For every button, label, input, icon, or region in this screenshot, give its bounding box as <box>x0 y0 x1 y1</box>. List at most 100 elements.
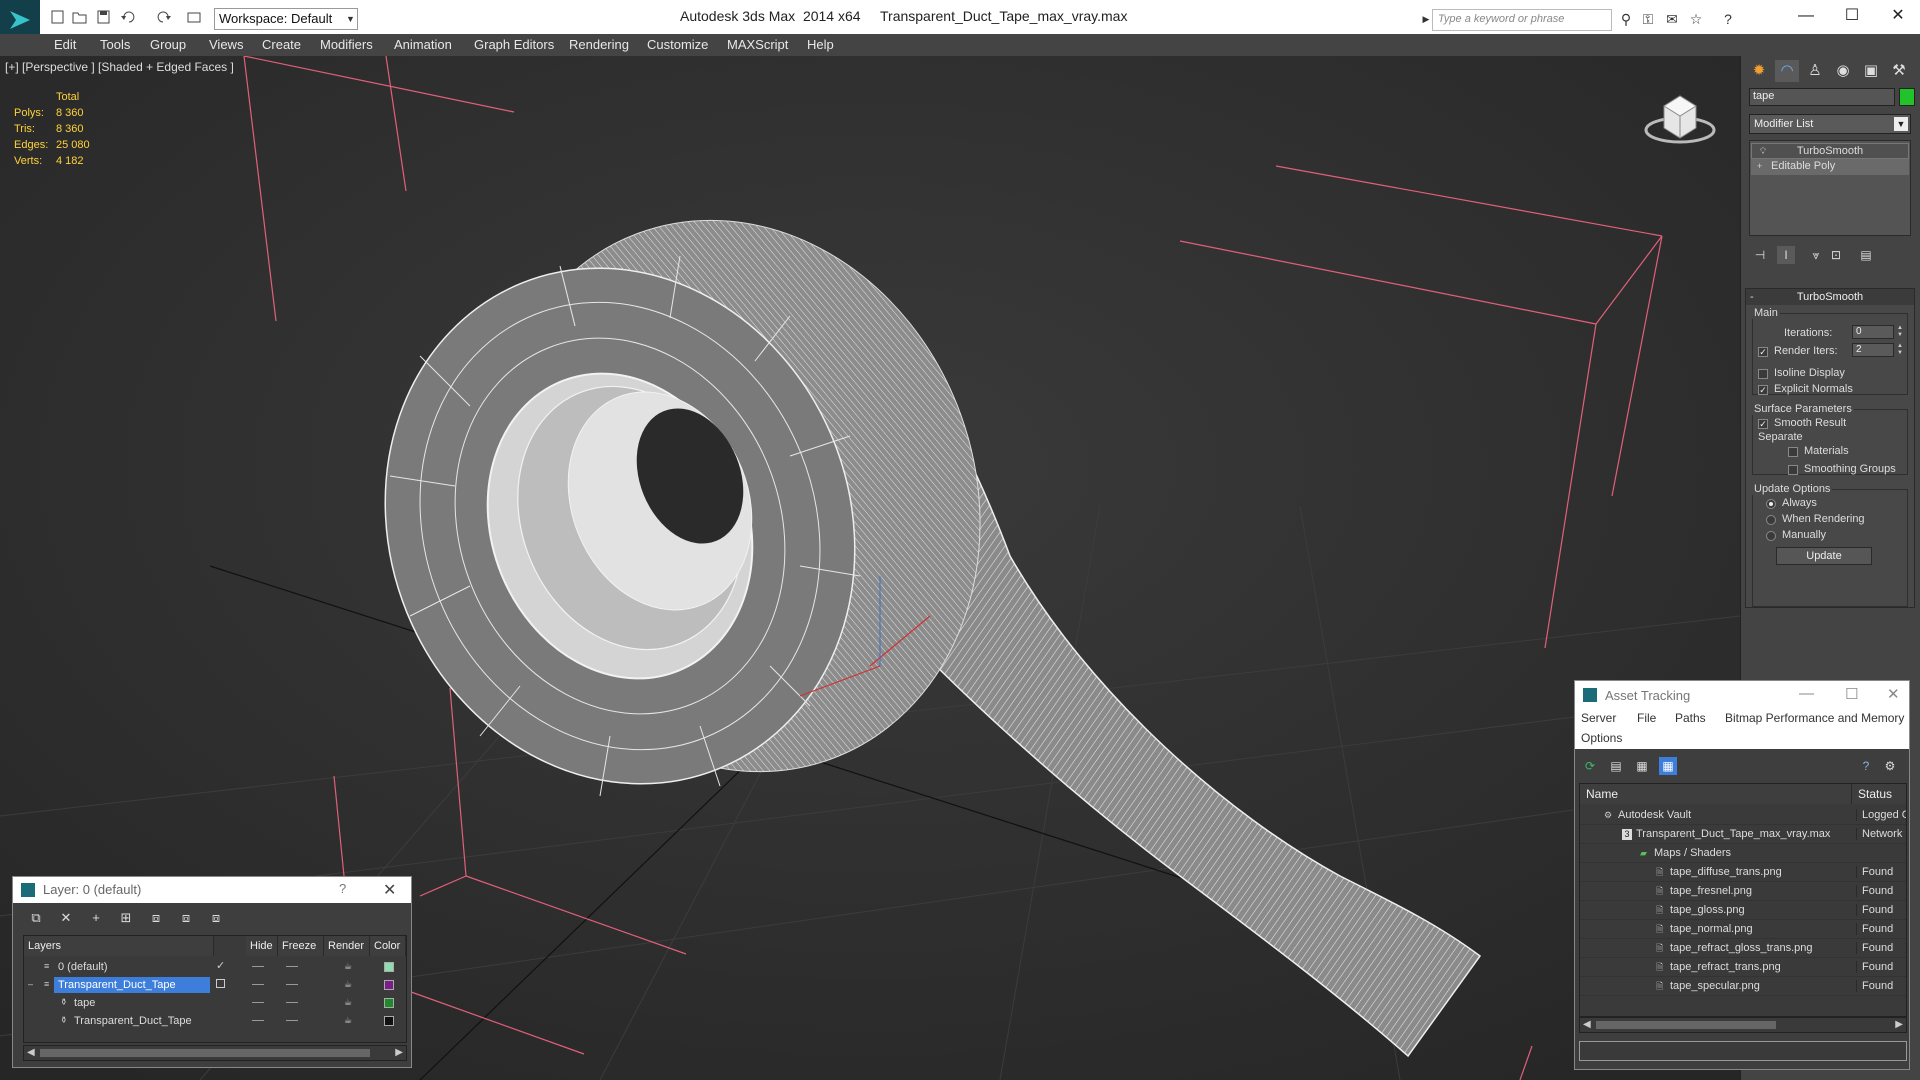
configure-sets-icon[interactable]: ▤ <box>1857 246 1875 264</box>
list-view-icon[interactable]: ▤ <box>1607 757 1625 775</box>
menu-server[interactable]: Server <box>1581 711 1616 725</box>
collapse-icon[interactable]: - <box>1750 289 1754 305</box>
asset-row[interactable]: 🗎︎ tape_refract_gloss_trans.png Found <box>1580 939 1906 958</box>
layer-color-swatch[interactable] <box>384 998 394 1008</box>
scroll-right-icon[interactable]: ▶ <box>395 1047 403 1058</box>
asset-row[interactable]: 🗎︎ tape_gloss.png Found <box>1580 901 1906 920</box>
horizontal-scrollbar[interactable]: ◀ ▶ <box>1579 1017 1907 1033</box>
scroll-left-icon[interactable]: ◀ <box>27 1047 35 1058</box>
column-header[interactable]: Color <box>370 936 406 956</box>
menu-maxscript[interactable]: MAXScript <box>727 37 788 52</box>
when-rendering-radio[interactable] <box>1766 515 1776 525</box>
hide-all-icon[interactable]: ⧈ <box>177 909 195 927</box>
menu-edit[interactable]: Edit <box>54 37 76 52</box>
chevron-down-icon[interactable]: ▼ <box>1894 117 1908 131</box>
render-teapot-icon[interactable]: ☕︎ <box>344 1016 354 1025</box>
search-input[interactable]: Type a keyword or phrase <box>1432 9 1612 31</box>
object-color-swatch[interactable] <box>1899 88 1915 106</box>
materials-checkbox[interactable] <box>1788 447 1798 457</box>
add-to-layer-icon[interactable]: + <box>87 909 105 927</box>
close-button[interactable]: ✕ <box>1888 6 1908 26</box>
viewport-label[interactable]: [+] [Perspective ] [Shaded + Edged Faces… <box>5 60 234 74</box>
menu-file[interactable]: File <box>1637 711 1656 725</box>
always-radio[interactable] <box>1766 499 1776 509</box>
column-header[interactable]: Freeze <box>278 936 324 956</box>
explicit-normals-checkbox[interactable]: ✓ <box>1758 385 1768 395</box>
minimize-button[interactable]: — <box>1799 685 1814 702</box>
delete-layer-icon[interactable]: ✕ <box>57 909 75 927</box>
menu-group[interactable]: Group <box>150 37 186 52</box>
help-icon[interactable]: ? <box>1857 757 1875 775</box>
isoline-checkbox[interactable] <box>1758 369 1768 379</box>
minimize-button[interactable]: — <box>1796 6 1816 26</box>
menu-bitmap-performance[interactable]: Bitmap Performance and Memory <box>1725 711 1904 725</box>
subscription-icon[interactable]: ⚿ <box>1640 11 1656 27</box>
project-folder-icon[interactable] <box>186 10 202 24</box>
close-button[interactable]: ✕ <box>383 880 396 900</box>
manually-radio[interactable] <box>1766 531 1776 541</box>
help-icon[interactable]: ? <box>1720 11 1736 27</box>
object-name-field[interactable]: tape <box>1749 88 1895 106</box>
menu-tools[interactable]: Tools <box>100 37 130 52</box>
table-view-icon[interactable]: ▦ <box>1633 757 1651 775</box>
display-tab-icon[interactable]: ▣ <box>1859 60 1883 82</box>
remove-modifier-icon[interactable]: ⊡ <box>1827 246 1845 264</box>
open-file-icon[interactable] <box>72 10 88 24</box>
grid-view-icon[interactable]: ▦ <box>1659 757 1677 775</box>
favorites-star-icon[interactable]: ☆ <box>1688 11 1704 27</box>
new-layer-icon[interactable]: ⧉ <box>27 909 45 927</box>
render-teapot-icon[interactable]: ☕︎ <box>344 998 354 1007</box>
freeze-toggle[interactable] <box>286 1020 298 1021</box>
column-header[interactable]: Hide <box>246 936 278 956</box>
motion-tab-icon[interactable]: ◉ <box>1831 60 1855 82</box>
show-end-result-icon[interactable]: I <box>1777 246 1795 264</box>
asset-tracking-titlebar[interactable]: Asset Tracking — ☐ ✕ <box>1575 681 1909 709</box>
column-header[interactable]: Layers <box>24 936 214 956</box>
asset-row[interactable]: 🗎︎ tape_refract_trans.png Found <box>1580 958 1906 977</box>
asset-row[interactable]: ▰ Maps / Shaders <box>1580 844 1906 863</box>
modify-tab-icon[interactable]: ◠ <box>1775 60 1799 82</box>
redo-icon[interactable] <box>156 10 172 24</box>
lightbulb-icon[interactable]: 💡︎ <box>1758 146 1768 156</box>
expand-plus-icon[interactable]: + <box>1757 161 1767 171</box>
freeze-toggle[interactable] <box>286 1002 298 1003</box>
asset-row[interactable]: ⚙ Autodesk Vault Logged Out <box>1580 806 1906 825</box>
smoothing-groups-checkbox[interactable] <box>1788 465 1798 475</box>
communication-icon[interactable]: ✉ <box>1664 11 1680 27</box>
spinner-arrows-icon[interactable]: ▲ ▼ <box>1896 343 1904 357</box>
menu-help[interactable]: Help <box>807 37 834 52</box>
set-current-box[interactable] <box>216 979 225 988</box>
hide-toggle[interactable] <box>252 1020 264 1021</box>
maximize-button[interactable]: ☐ <box>1842 6 1862 26</box>
menu-rendering[interactable]: Rendering <box>569 37 629 52</box>
render-iters-spinner[interactable]: 2 <box>1852 343 1894 357</box>
render-teapot-icon[interactable]: ☕︎ <box>344 980 354 989</box>
maximize-button[interactable]: ☐ <box>1845 685 1858 703</box>
hide-toggle[interactable] <box>252 1002 264 1003</box>
asset-row[interactable]: 🗎︎ tape_normal.png Found <box>1580 920 1906 939</box>
refresh-icon[interactable]: ⟳ <box>1581 757 1599 775</box>
column-header[interactable]: Render <box>324 936 370 956</box>
column-header[interactable]: Name <box>1580 784 1852 804</box>
menu-create[interactable]: Create <box>262 37 301 52</box>
menu-views[interactable]: Views <box>209 37 243 52</box>
freeze-all-icon[interactable]: ⧈ <box>207 909 225 927</box>
scroll-right-icon[interactable]: ▶ <box>1895 1019 1903 1030</box>
stack-item-turbosmooth[interactable]: 💡︎ TurboSmooth <box>1751 143 1909 159</box>
pin-stack-icon[interactable]: ⊣ <box>1751 246 1769 264</box>
stack-item-editable-poly[interactable]: + Editable Poly <box>1751 159 1909 175</box>
highlight-selected-icon[interactable]: ⧈ <box>147 909 165 927</box>
scrollbar-thumb[interactable] <box>1596 1021 1776 1029</box>
chevron-down-icon[interactable]: ▼ <box>346 8 358 30</box>
collapse-minus-icon[interactable]: – <box>28 979 38 989</box>
update-button[interactable]: Update <box>1776 547 1872 565</box>
hide-toggle[interactable] <box>252 984 264 985</box>
layer-row[interactable]: ≡ 0 (default) ✓ ☕︎ <box>24 958 406 976</box>
asset-row[interactable]: 🗎︎ tape_fresnel.png Found <box>1580 882 1906 901</box>
menu-animation[interactable]: Animation <box>394 37 452 52</box>
utilities-tab-icon[interactable]: ⚒ <box>1887 60 1911 82</box>
menu-modifiers[interactable]: Modifiers <box>320 37 373 52</box>
close-button[interactable]: ✕ <box>1887 685 1900 703</box>
horizontal-scrollbar[interactable]: ◀ ▶ <box>23 1045 407 1061</box>
asset-row[interactable]: 🗎︎ tape_specular.png Found <box>1580 977 1906 996</box>
